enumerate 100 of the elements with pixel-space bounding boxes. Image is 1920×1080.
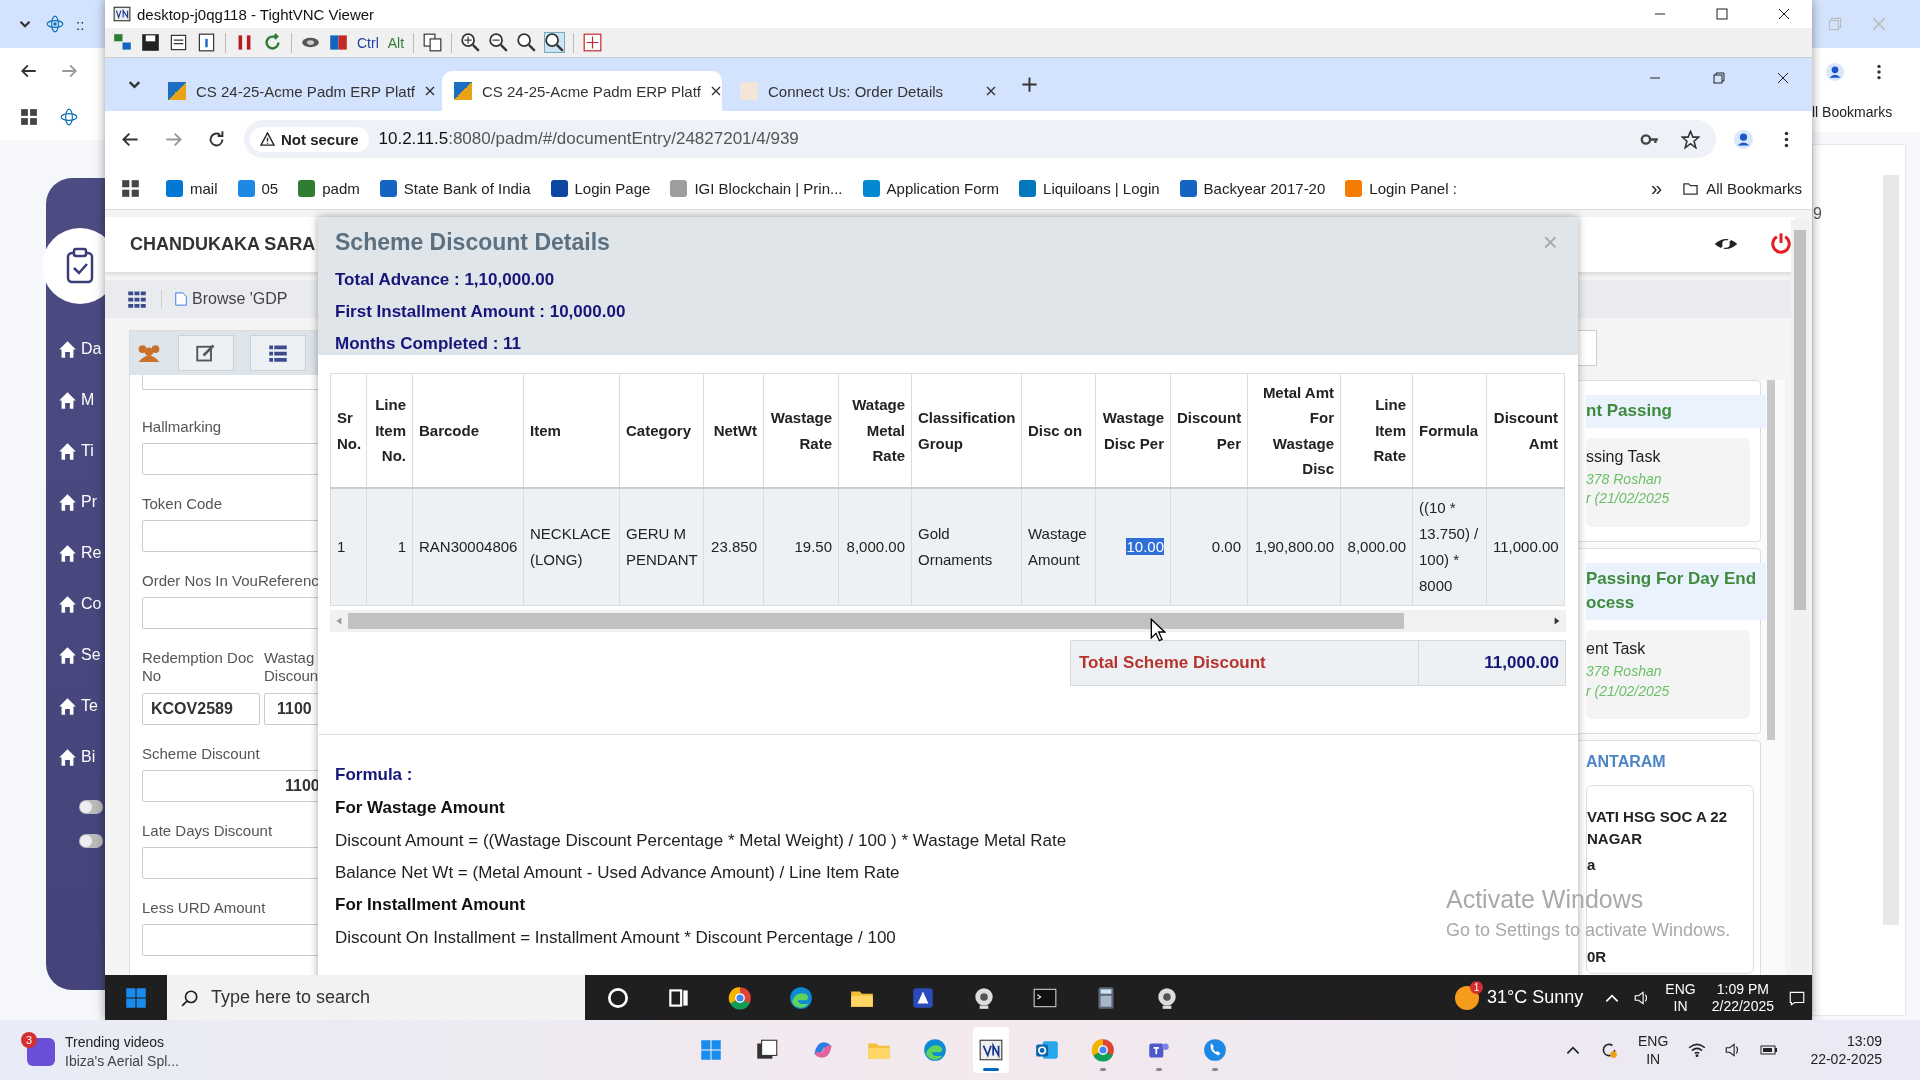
clock-time[interactable]: 13:09 xyxy=(1846,1031,1882,1050)
bookmarks-folder[interactable]: All Bookmarks xyxy=(1682,179,1802,197)
refresh-icon[interactable] xyxy=(263,33,282,52)
wave-icon[interactable] xyxy=(788,984,814,1011)
bookmarks-link[interactable]: ll Bookmarks xyxy=(1812,96,1920,132)
clock-time[interactable]: 1:09 PM xyxy=(1716,980,1769,998)
zoom-fit-icon[interactable] xyxy=(545,33,565,52)
bookmark[interactable]: Login Panel : xyxy=(1345,179,1457,197)
options-icon[interactable] xyxy=(169,33,188,52)
save-icon[interactable] xyxy=(141,33,160,52)
close-icon[interactable] xyxy=(1776,6,1792,22)
reload-icon[interactable] xyxy=(207,129,226,149)
more-bookmarks-button[interactable]: » xyxy=(1651,176,1663,200)
home-icon[interactable] xyxy=(58,594,77,614)
weather-widget[interactable]: 1 31°C Sunny xyxy=(1455,978,1584,1017)
scrollbar[interactable] xyxy=(1767,380,1775,740)
taskbar-app[interactable] xyxy=(973,1027,1009,1073)
clock-date[interactable]: 22-02-2025 xyxy=(1810,1050,1882,1069)
wifi-icon[interactable] xyxy=(1688,1041,1707,1059)
forward-icon[interactable] xyxy=(60,62,78,80)
home-icon[interactable] xyxy=(58,492,77,512)
search-field[interactable]: Type here to search xyxy=(167,975,585,1020)
address-bar[interactable]: Not secure 10.2.11.5:8080/padm/#/documentEntry/24827201/4/939 xyxy=(244,120,1716,158)
nav-item[interactable]: Se xyxy=(81,646,101,664)
toggle-switch[interactable] xyxy=(79,800,103,814)
browser-tab[interactable]: CS 24-25-Acme Padm ERP Platf xyxy=(442,71,722,111)
viewer-icon[interactable] xyxy=(978,1037,1004,1063)
close-icon[interactable] xyxy=(986,86,996,96)
connection-icon[interactable] xyxy=(113,33,132,52)
region-text[interactable]: IN xyxy=(1673,997,1688,1015)
zoom-in-icon[interactable] xyxy=(461,33,481,52)
region-text[interactable]: IN xyxy=(1646,1050,1661,1069)
bookmark[interactable]: Liquiloans | Login xyxy=(1019,179,1160,197)
back-icon[interactable] xyxy=(20,62,38,80)
bookmark[interactable]: Login Page xyxy=(550,179,651,197)
toggle-switch[interactable] xyxy=(79,834,103,848)
url-text[interactable]: 10.2.11.5:8080/padm/#/documentEntry/24827201/4/939 xyxy=(378,129,799,149)
scrollbar[interactable] xyxy=(330,610,1566,632)
bookmark[interactable]: padm xyxy=(298,179,360,197)
task-item[interactable]: ent Task 378 Roshan r (21/02/2025 xyxy=(1586,630,1750,720)
language-text[interactable]: ENG xyxy=(1638,1031,1669,1050)
profile-icon[interactable] xyxy=(1826,63,1844,81)
apps-icon[interactable] xyxy=(20,108,38,126)
nav-item[interactable]: Da xyxy=(81,340,102,358)
edit-button[interactable] xyxy=(178,335,234,371)
clock-date[interactable]: 2/22/2025 xyxy=(1711,997,1774,1015)
home-icon[interactable] xyxy=(58,696,77,716)
bookmark[interactable]: IGI Blockchain | Prin... xyxy=(670,179,843,197)
start-icon[interactable] xyxy=(698,1037,724,1063)
bookmark[interactable]: mail xyxy=(166,179,218,197)
nav-item[interactable]: M xyxy=(81,391,95,409)
grid-icon[interactable] xyxy=(127,289,147,309)
nav-item[interactable]: Ti xyxy=(81,442,94,460)
phone-icon[interactable] xyxy=(1202,1037,1228,1063)
news-widget[interactable]: 3 Trending videos Ibiza's Aerial Spl... xyxy=(20,1026,213,1074)
browser-tab[interactable]: CS 24-25-Acme Padm ERP Platf xyxy=(156,71,436,111)
key-button[interactable]: Alt xyxy=(387,34,405,51)
key-button[interactable]: Ctrl xyxy=(357,34,379,51)
nav-item[interactable]: Re xyxy=(81,544,102,562)
zoom-out-icon[interactable] xyxy=(489,33,509,52)
info-icon[interactable] xyxy=(197,33,216,52)
home-icon[interactable] xyxy=(58,390,77,410)
scrollbar[interactable] xyxy=(1791,220,1809,970)
sync-icon[interactable] xyxy=(1600,1041,1619,1059)
new-tab-icon[interactable] xyxy=(1020,75,1039,94)
zoom-icon[interactable] xyxy=(517,33,537,52)
close-icon[interactable] xyxy=(425,86,435,96)
nav-item[interactable]: Co xyxy=(81,595,102,613)
task-item[interactable]: ssing Task 378 Roshan r (21/02/2025 xyxy=(1586,437,1750,527)
security-chip[interactable]: Not secure xyxy=(250,126,369,152)
bookmark[interactable]: State Bank of India xyxy=(379,179,531,197)
close-icon[interactable] xyxy=(711,86,721,96)
apps-icon[interactable] xyxy=(121,178,140,198)
copy-icon[interactable] xyxy=(423,33,443,52)
power-icon[interactable] xyxy=(1770,232,1792,254)
people-icon[interactable] xyxy=(136,342,162,364)
language-text[interactable]: ENG xyxy=(1665,980,1696,998)
breadcrumb-link[interactable]: Browse 'GDP xyxy=(161,290,288,308)
list-button[interactable] xyxy=(250,335,306,371)
maximize-icon[interactable] xyxy=(1714,6,1730,22)
nav-item[interactable]: Bi xyxy=(81,748,96,766)
nav-item[interactable]: Pr xyxy=(81,493,97,511)
tab-title[interactable]: :: xyxy=(76,15,85,33)
atom-icon[interactable] xyxy=(60,108,78,126)
bookmark[interactable]: Backyear 2017-20 xyxy=(1179,179,1326,197)
home-icon[interactable] xyxy=(58,339,77,359)
star-icon[interactable] xyxy=(1681,129,1700,149)
home-icon[interactable] xyxy=(58,747,77,767)
profile-icon[interactable] xyxy=(1734,129,1753,149)
home-icon[interactable] xyxy=(58,543,77,563)
restore-icon[interactable] xyxy=(1711,69,1727,86)
bookmark[interactable]: 05 xyxy=(237,179,279,197)
bookmark[interactable]: Application Form xyxy=(862,179,1000,197)
browser-tab[interactable]: Connect Us: Order Details xyxy=(728,71,1008,111)
nav-item[interactable]: Te xyxy=(81,697,98,715)
fullscreen-icon[interactable] xyxy=(583,33,603,52)
home-icon[interactable] xyxy=(58,645,77,665)
home-icon[interactable] xyxy=(58,441,77,461)
browser-icon[interactable] xyxy=(727,984,753,1011)
input-field[interactable]: KCOV2589 xyxy=(142,693,260,725)
